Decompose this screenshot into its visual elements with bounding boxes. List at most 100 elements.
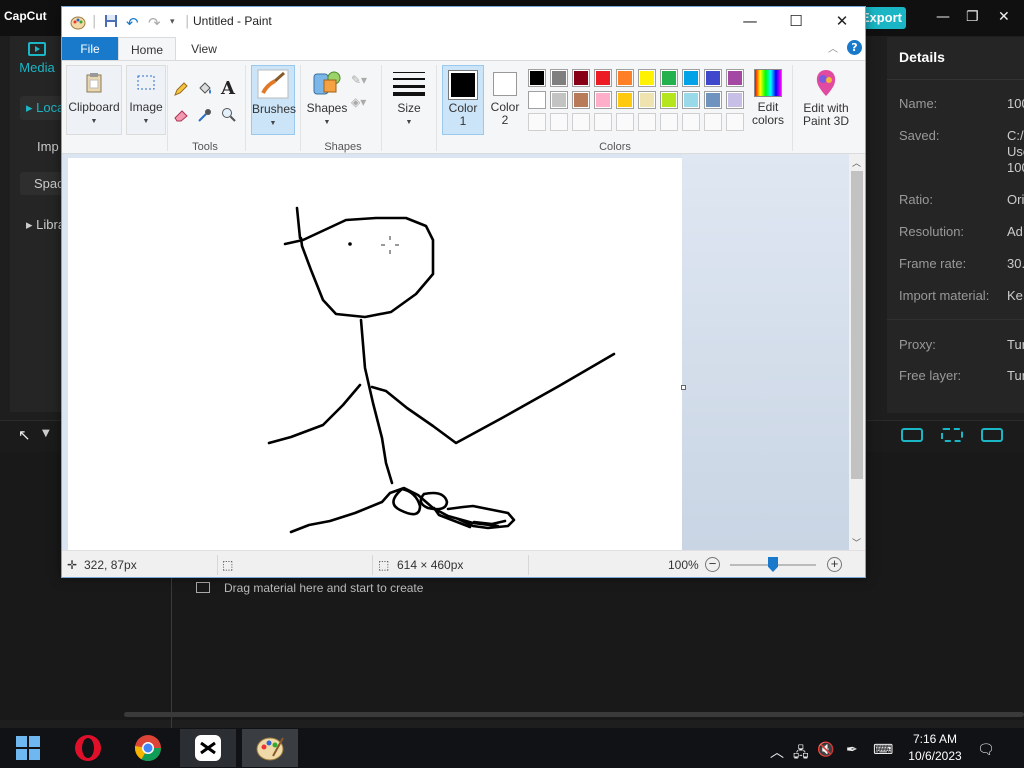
maximize-icon[interactable]: ☐ xyxy=(773,7,819,37)
scroll-up-icon[interactable]: ︿ xyxy=(852,156,861,169)
clock[interactable]: 7:16 AM 10/6/2023 xyxy=(905,731,965,765)
help-icon[interactable]: ? xyxy=(847,40,862,55)
palette-custom-swatch[interactable] xyxy=(550,113,568,131)
collapse-ribbon-icon[interactable]: ︿ xyxy=(828,40,838,55)
palette-swatch[interactable] xyxy=(682,69,700,87)
resize-handle-right[interactable] xyxy=(681,385,686,390)
capcut-taskbar-button[interactable] xyxy=(180,729,236,767)
volume-muted-icon[interactable]: 🔇 xyxy=(817,742,834,758)
palette-swatch[interactable] xyxy=(660,91,678,109)
minimize-icon[interactable]: — xyxy=(727,7,773,37)
zoom-in-icon[interactable]: + xyxy=(827,557,842,572)
palette-swatch[interactable] xyxy=(594,91,612,109)
close-icon[interactable]: ✕ xyxy=(819,7,865,37)
palette-swatch[interactable] xyxy=(528,91,546,109)
link-icon[interactable] xyxy=(901,428,923,442)
palette-swatch[interactable] xyxy=(550,69,568,87)
image-button[interactable]: Image ▼ xyxy=(126,65,166,135)
palette-custom-swatch[interactable] xyxy=(572,113,590,131)
scrollbar-thumb[interactable] xyxy=(851,171,863,479)
tab-home[interactable]: Home xyxy=(118,37,176,61)
tab-view[interactable]: View xyxy=(176,37,232,61)
sidebar-item-library[interactable]: ▸ Libra xyxy=(26,217,65,233)
palette-swatch[interactable] xyxy=(550,91,568,109)
network-icon[interactable]: 🖧 xyxy=(793,742,809,766)
sidebar-item-import[interactable]: Imp xyxy=(37,139,59,154)
palette-custom-swatch[interactable] xyxy=(594,113,612,131)
divider xyxy=(217,555,218,575)
customize-quick-access-icon[interactable]: ▾ xyxy=(170,17,175,27)
drawing-canvas[interactable] xyxy=(68,158,682,550)
palette-swatch[interactable] xyxy=(704,91,722,109)
palette-swatch[interactable] xyxy=(682,91,700,109)
capcut-close-icon[interactable]: ✕ xyxy=(998,9,1010,25)
palette-custom-swatch[interactable] xyxy=(660,113,678,131)
capcut-minimize-icon[interactable]: — xyxy=(936,9,950,25)
palette-custom-swatch[interactable] xyxy=(704,113,722,131)
edit-with-paint3d-button[interactable]: Edit with Paint 3D xyxy=(796,65,856,135)
shape-fill-icon[interactable]: ◈▾ xyxy=(351,95,366,109)
timeline-scrollbar[interactable] xyxy=(124,712,1024,717)
clipboard-button[interactable]: Clipboard ▼ xyxy=(66,65,122,135)
magnet-icon[interactable] xyxy=(941,428,963,442)
clipboard-label: Clipboard xyxy=(68,100,120,114)
palette-swatch[interactable] xyxy=(572,91,590,109)
outline-icon[interactable]: ✎▾ xyxy=(351,73,367,87)
tab-file[interactable]: File xyxy=(62,37,118,61)
zoom-slider-thumb[interactable] xyxy=(768,557,778,572)
palette-custom-swatch[interactable] xyxy=(616,113,634,131)
text-icon[interactable]: A xyxy=(221,78,235,99)
palette-swatch[interactable] xyxy=(616,69,634,87)
palette-swatch[interactable] xyxy=(594,69,612,87)
palette-swatch[interactable] xyxy=(638,69,656,87)
shapes-icon xyxy=(313,71,341,95)
fill-icon[interactable] xyxy=(197,81,213,101)
start-button[interactable] xyxy=(0,729,56,767)
details-label: Ratio: xyxy=(899,192,933,207)
palette-swatch[interactable] xyxy=(528,69,546,87)
palette-swatch[interactable] xyxy=(616,91,634,109)
show-hidden-icons-icon[interactable]: ︿ xyxy=(770,742,784,762)
divider xyxy=(372,555,373,575)
undo-icon[interactable]: ↶ xyxy=(126,14,139,32)
redo-icon[interactable]: ↷ xyxy=(148,14,161,32)
size-button[interactable]: Size ▼ xyxy=(387,65,431,135)
palette-custom-swatch[interactable] xyxy=(638,113,656,131)
capcut-restore-icon[interactable]: ❐ xyxy=(966,9,979,25)
keyboard-icon[interactable]: ⌨ xyxy=(873,742,893,758)
palette-custom-swatch[interactable] xyxy=(528,113,546,131)
palette-swatch[interactable] xyxy=(638,91,656,109)
pencil-icon[interactable] xyxy=(173,81,189,101)
details-value: Ori xyxy=(1007,192,1024,207)
palette-swatch[interactable] xyxy=(704,69,722,87)
magnifier-icon[interactable] xyxy=(221,107,237,127)
notifications-icon[interactable]: 🗨 xyxy=(977,742,995,758)
color1-button[interactable]: Color 1 xyxy=(442,65,484,135)
palette-custom-swatch[interactable] xyxy=(682,113,700,131)
scroll-down-icon[interactable]: ﹀ xyxy=(852,536,861,549)
select-tool-icon[interactable]: ↖ xyxy=(18,426,31,444)
paint-taskbar-button[interactable] xyxy=(242,729,298,767)
palette-swatch[interactable] xyxy=(572,69,590,87)
brushes-button[interactable]: Brushes ▼ xyxy=(251,65,296,135)
chrome-button[interactable] xyxy=(120,729,176,767)
palette-swatch[interactable] xyxy=(726,69,744,87)
palette-swatch[interactable] xyxy=(726,91,744,109)
vertical-scrollbar[interactable]: ︿ ﹀ xyxy=(849,154,865,550)
color2-button[interactable]: Color 2 xyxy=(485,65,525,135)
palette-custom-swatch[interactable] xyxy=(726,113,744,131)
details-value: C:/ Use 100 xyxy=(1007,128,1024,175)
palette-swatch[interactable] xyxy=(660,69,678,87)
zoom-out-icon[interactable]: − xyxy=(705,557,720,572)
media-tab[interactable]: Media xyxy=(17,40,57,75)
save-icon[interactable] xyxy=(104,14,118,32)
pen-icon[interactable]: ✒ xyxy=(846,742,858,758)
color-picker-icon[interactable] xyxy=(197,107,213,127)
chevron-down-icon[interactable]: ▼ xyxy=(42,428,50,439)
eraser-icon[interactable] xyxy=(173,107,189,127)
divider xyxy=(245,65,246,151)
linkage-icon[interactable] xyxy=(981,428,1003,442)
shapes-button[interactable]: Shapes ▼ xyxy=(305,65,349,135)
opera-button[interactable] xyxy=(60,729,116,767)
edit-colors-button[interactable]: Edit colors xyxy=(748,65,788,135)
